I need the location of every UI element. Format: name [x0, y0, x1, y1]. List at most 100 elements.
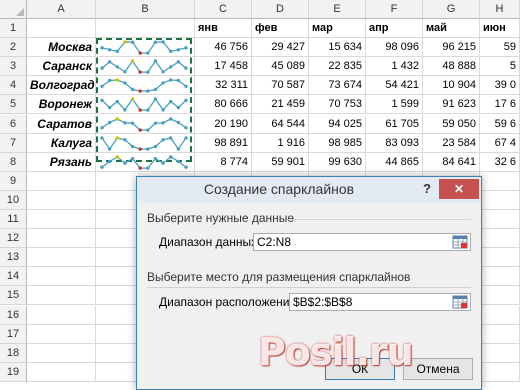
value-cell[interactable]: 59 6	[480, 114, 520, 134]
data-range-input[interactable]: C2:N8	[253, 233, 471, 251]
value-cell[interactable]: 39 0	[480, 76, 520, 96]
row-header-16[interactable]: 16	[0, 305, 27, 325]
value-cell[interactable]: 84 641	[423, 152, 480, 172]
row-header-9[interactable]: 9	[0, 171, 27, 191]
row-header-5[interactable]: 5	[0, 95, 27, 115]
row-header-17[interactable]: 17	[0, 324, 27, 344]
cell[interactable]	[27, 248, 96, 268]
cell[interactable]	[27, 229, 96, 249]
value-cell[interactable]: 17 6	[480, 95, 520, 115]
cell[interactable]	[27, 343, 96, 363]
month-header[interactable]: июн	[480, 19, 520, 39]
cell[interactable]	[480, 229, 520, 249]
city-cell[interactable]: Калуга	[27, 133, 96, 153]
value-cell[interactable]: 48 888	[423, 57, 480, 77]
value-cell[interactable]: 59 901	[252, 152, 309, 172]
cell[interactable]	[480, 286, 520, 306]
row-header-4[interactable]: 4	[0, 76, 27, 96]
column-header-A[interactable]: A	[27, 0, 96, 19]
column-header-D[interactable]: D	[252, 0, 309, 19]
value-cell[interactable]: 1 432	[366, 57, 423, 77]
value-cell[interactable]: 70 753	[309, 95, 366, 115]
value-cell[interactable]: 32 311	[195, 76, 252, 96]
row-header-14[interactable]: 14	[0, 267, 27, 287]
value-cell[interactable]: 1 916	[252, 133, 309, 153]
row-header-18[interactable]: 18	[0, 343, 27, 363]
select-all-corner[interactable]	[0, 0, 27, 19]
column-header-C[interactable]: C	[195, 0, 252, 19]
row-header-10[interactable]: 10	[0, 190, 27, 210]
city-cell[interactable]: Воронеж	[27, 95, 96, 115]
cell[interactable]	[480, 362, 520, 382]
row-header-2[interactable]: 2	[0, 38, 27, 58]
value-cell[interactable]: 59	[480, 38, 520, 58]
row-header-13[interactable]: 13	[0, 248, 27, 268]
cell[interactable]	[27, 286, 96, 306]
value-cell[interactable]: 70 587	[252, 76, 309, 96]
month-header[interactable]: май	[423, 19, 480, 39]
row-header-3[interactable]: 3	[0, 57, 27, 77]
city-cell[interactable]: Волгоград	[27, 76, 96, 96]
value-cell[interactable]: 8 774	[195, 152, 252, 172]
value-cell[interactable]: 98 985	[309, 133, 366, 153]
cell[interactable]	[480, 324, 520, 344]
row-header-7[interactable]: 7	[0, 133, 27, 153]
value-cell[interactable]: 23 584	[423, 133, 480, 153]
value-cell[interactable]: 80 666	[195, 95, 252, 115]
value-cell[interactable]: 91 623	[423, 95, 480, 115]
value-cell[interactable]: 83 093	[366, 133, 423, 153]
city-cell[interactable]: Саратов	[27, 114, 96, 134]
value-cell[interactable]: 44 865	[366, 152, 423, 172]
value-cell[interactable]: 22 835	[309, 57, 366, 77]
column-header-H[interactable]: H	[480, 0, 520, 19]
row-header-1[interactable]: 1	[0, 19, 27, 39]
value-cell[interactable]: 98 096	[366, 38, 423, 58]
city-cell[interactable]: Саранск	[27, 57, 96, 77]
cell[interactable]	[96, 19, 195, 39]
row-header-12[interactable]: 12	[0, 229, 27, 249]
month-header[interactable]: апр	[366, 19, 423, 39]
column-header-F[interactable]: F	[366, 0, 423, 19]
column-header-B[interactable]: B	[96, 0, 195, 19]
value-cell[interactable]: 61 705	[366, 114, 423, 134]
cell[interactable]	[27, 324, 96, 344]
cell[interactable]	[480, 190, 520, 210]
value-cell[interactable]: 98 891	[195, 133, 252, 153]
cell[interactable]	[27, 267, 96, 287]
cell[interactable]	[480, 210, 520, 230]
value-cell[interactable]: 54 421	[366, 76, 423, 96]
city-cell[interactable]: Рязань	[27, 152, 96, 172]
value-cell[interactable]: 59 050	[423, 114, 480, 134]
value-cell[interactable]: 96 215	[423, 38, 480, 58]
cell[interactable]	[27, 171, 96, 191]
value-cell[interactable]: 73 674	[309, 76, 366, 96]
help-button[interactable]: ?	[417, 179, 437, 199]
cell[interactable]	[480, 343, 520, 363]
value-cell[interactable]: 1 599	[366, 95, 423, 115]
value-cell[interactable]: 10 904	[423, 76, 480, 96]
month-header[interactable]: фев	[252, 19, 309, 39]
close-button[interactable]: ✕	[439, 179, 479, 199]
row-header-19[interactable]: 19	[0, 362, 27, 382]
value-cell[interactable]: 17 458	[195, 57, 252, 77]
value-cell[interactable]: 45 089	[252, 57, 309, 77]
row-header-15[interactable]: 15	[0, 286, 27, 306]
city-cell[interactable]: Москва	[27, 38, 96, 58]
month-header[interactable]: мар	[309, 19, 366, 39]
cancel-button[interactable]: Отмена	[403, 358, 473, 380]
value-cell[interactable]: 15 634	[309, 38, 366, 58]
value-cell[interactable]: 46 756	[195, 38, 252, 58]
value-cell[interactable]: 32 6	[480, 152, 520, 172]
value-cell[interactable]: 20 190	[195, 114, 252, 134]
cell[interactable]	[27, 190, 96, 210]
row-header-8[interactable]: 8	[0, 152, 27, 172]
month-header[interactable]: янв	[195, 19, 252, 39]
value-cell[interactable]: 5	[480, 57, 520, 77]
cell[interactable]	[27, 305, 96, 325]
cell[interactable]	[480, 305, 520, 325]
range-picker-icon[interactable]	[452, 235, 468, 249]
cell[interactable]	[480, 248, 520, 268]
location-range-input[interactable]: $B$2:$B$8	[289, 293, 471, 311]
value-cell[interactable]: 94 025	[309, 114, 366, 134]
range-picker-icon[interactable]	[452, 295, 468, 309]
